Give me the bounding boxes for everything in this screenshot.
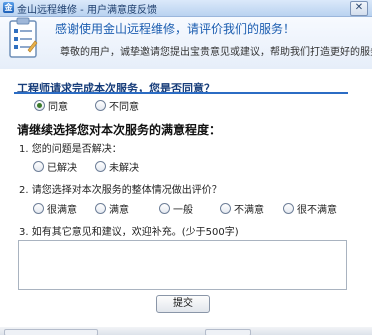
radio-label: 满意: [109, 205, 129, 216]
radio-satisfied[interactable]: 满意: [95, 201, 129, 216]
submit-button[interactable]: 提交: [156, 295, 210, 313]
radio-disagree[interactable]: 不同意: [95, 98, 139, 113]
question-2-label: 2. 请您选择对本次服务的整体情况做出评价？: [19, 185, 222, 196]
radio-neutral[interactable]: 一般: [159, 201, 193, 216]
radio-selected-icon: [34, 100, 45, 111]
radio-icon: [95, 203, 106, 214]
banner-title: 感谢使用金山远程维修，请评价我们的服务！: [55, 22, 296, 36]
radio-label: 已解决: [47, 163, 77, 174]
radio-agree[interactable]: 同意: [34, 98, 68, 113]
header-banner: 感谢使用金山远程维修，请评价我们的服务！ 尊敬的用户，诚挚邀请您提出宝贵意见或建…: [0, 17, 372, 69]
radio-unresolved[interactable]: 未解决: [95, 159, 139, 174]
banner-subtitle: 尊敬的用户，诚挚邀请您提出宝贵意见或建议，帮助我们打造更好的服务。: [60, 47, 372, 58]
radio-dissatisfied[interactable]: 不满意: [220, 201, 264, 216]
horizontal-scrollbar[interactable]: [4, 329, 98, 335]
question-3-label: 3. 如有其它意见和建议，欢迎补充。(少于500字): [19, 227, 239, 238]
radio-very-dissatisfied[interactable]: 很不满意: [283, 201, 337, 216]
radio-icon: [33, 161, 44, 172]
radio-icon: [159, 203, 170, 214]
close-button[interactable]: ✕: [350, 1, 368, 16]
title-bar: 金 金山远程维修 - 用户满意度反馈 ✕: [0, 0, 372, 17]
app-logo-icon: 金: [3, 2, 14, 13]
radio-label: 不同意: [109, 102, 139, 113]
question-1-label: 1. 您的问题是否解决：: [19, 144, 122, 155]
feedback-window: 金 金山远程维修 - 用户满意度反馈 ✕ 感谢使用金山远程维修，请评价我们的服务…: [0, 0, 372, 335]
radio-label: 很满意: [47, 205, 77, 216]
divider: [14, 92, 348, 94]
radio-icon: [220, 203, 231, 214]
radio-very-satisfied[interactable]: 很满意: [33, 201, 77, 216]
window-title: 金山远程维修 - 用户满意度反馈: [17, 5, 157, 16]
radio-label: 同意: [48, 102, 68, 113]
horizontal-scrollbar[interactable]: [205, 329, 251, 335]
radio-label: 未解决: [109, 163, 139, 174]
radio-resolved[interactable]: 已解决: [33, 159, 77, 174]
comment-textarea[interactable]: [18, 240, 347, 290]
radio-label: 一般: [173, 205, 193, 216]
radio-icon: [33, 203, 44, 214]
survey-clipboard-icon: [9, 17, 38, 58]
radio-label: 很不满意: [297, 205, 337, 216]
radio-icon: [95, 100, 106, 111]
survey-title: 请继续选择您对本次服务的满意程度：: [17, 123, 222, 137]
radio-label: 不满意: [234, 205, 264, 216]
radio-icon: [283, 203, 294, 214]
radio-icon: [95, 161, 106, 172]
